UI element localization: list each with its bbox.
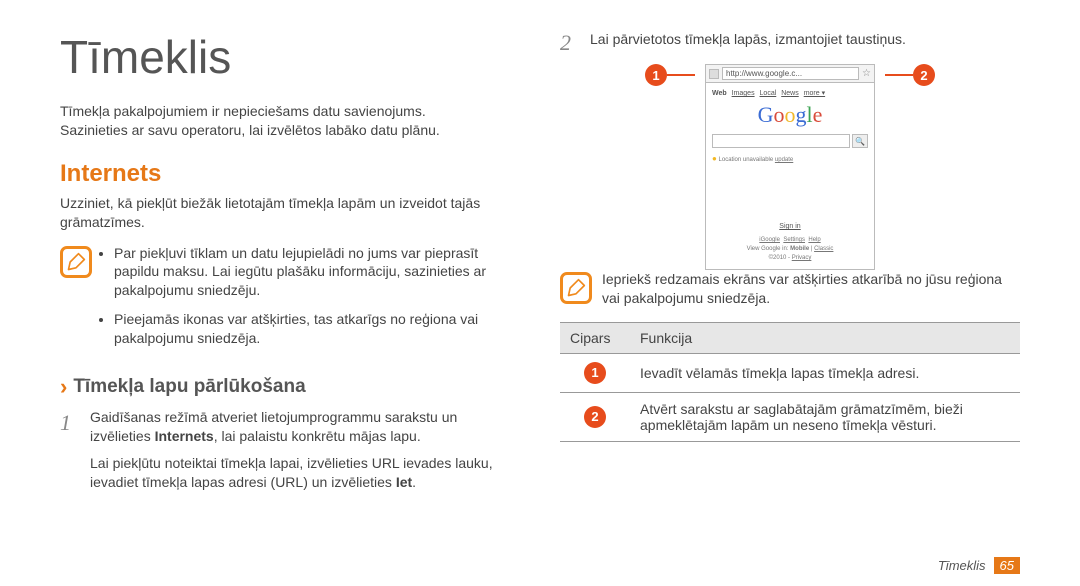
footer-section: Tīmeklis [938, 558, 986, 573]
page-footer: Tīmeklis 65 [938, 557, 1020, 574]
chevron-icon: › [60, 374, 67, 400]
location-text: ● Location unavailable update [712, 154, 868, 163]
note-block: Par piekļuvi tīklam un datu lejupielādi … [60, 244, 520, 358]
step-2: 2 Lai pārvietotos tīmekļa lapās, izmanto… [560, 30, 1020, 56]
section-subtext: Uzziniet, kā piekļūt biežāk lietotajām t… [60, 194, 520, 232]
bullet-item: Par piekļuvi tīklam un datu lejupielādi … [114, 244, 520, 301]
step-number: 2 [560, 30, 580, 56]
note-block-2: Iepriekš redzamais ekrāns var atšķirties… [560, 270, 1020, 308]
callout-line [667, 74, 695, 76]
table-header-number: Cipars [560, 322, 630, 353]
section-heading-internets: Internets [60, 160, 520, 188]
mock-tabs: Web Images Local News more ▾ [712, 89, 868, 97]
signin-link: Sign in [712, 223, 868, 230]
intro-text: Tīmekļa pakalpojumiem ir nepieciešams da… [60, 102, 520, 140]
address-field: http://www.google.c... [722, 67, 859, 80]
note-bullets: Par piekļuvi tīklam un datu lejupielādi … [102, 244, 520, 358]
function-table: Cipars Funkcija 1 Ievadīt vēlamās tīmekļ… [560, 322, 1020, 442]
table-badge-2: 2 [584, 406, 606, 428]
search-input [712, 134, 850, 148]
table-row: 1 Ievadīt vēlamās tīmekļa lapas tīmekļa … [560, 353, 1020, 392]
step-number: 1 [60, 408, 80, 492]
subsection-heading: › Tīmekļa lapu pārlūkošana [60, 374, 520, 400]
callout-badge-2: 2 [913, 64, 935, 86]
callout-badge-1: 1 [645, 64, 667, 86]
step-body: Gaidīšanas režīmā atveriet lietojumprogr… [90, 408, 520, 492]
bullet-item: Pieejamās ikonas var atšķirties, tas atk… [114, 310, 520, 348]
note-text: Iepriekš redzamais ekrāns var atšķirties… [602, 270, 1020, 308]
mock-browser-window: http://www.google.c... ☆ Web Images Loca… [705, 64, 875, 270]
note-icon [560, 272, 592, 304]
footer-page-number: 65 [994, 557, 1020, 574]
step-body: Lai pārvietotos tīmekļa lapās, izmantoji… [590, 30, 1020, 56]
mock-search-row: 🔍 [712, 134, 868, 148]
bookmark-star-icon: ☆ [862, 68, 871, 79]
table-row: 2 Atvērt sarakstu ar saglabātajām grāmat… [560, 392, 1020, 441]
mock-url-bar: http://www.google.c... ☆ [706, 65, 874, 83]
page-title: Tīmeklis [60, 30, 520, 84]
mock-footer: iGoogle Settings Help View Google in: Mo… [712, 236, 868, 263]
figure-browser: 1 http://www.google.c... ☆ Web Images Lo… [560, 64, 1020, 270]
table-header-function: Funkcija [630, 322, 1020, 353]
window-switcher-icon [709, 69, 719, 79]
table-cell-desc: Atvērt sarakstu ar saglabātajām grāmatzī… [630, 392, 1020, 441]
table-cell-desc: Ievadīt vēlamās tīmekļa lapas tīmekļa ad… [630, 353, 1020, 392]
step-1: 1 Gaidīšanas režīmā atveriet lietojumpro… [60, 408, 520, 492]
search-button-icon: 🔍 [852, 134, 868, 148]
google-logo: Google [712, 102, 868, 128]
note-icon [60, 246, 92, 278]
subsection-title: Tīmekļa lapu pārlūkošana [73, 376, 305, 398]
table-badge-1: 1 [584, 362, 606, 384]
callout-line [885, 74, 913, 76]
